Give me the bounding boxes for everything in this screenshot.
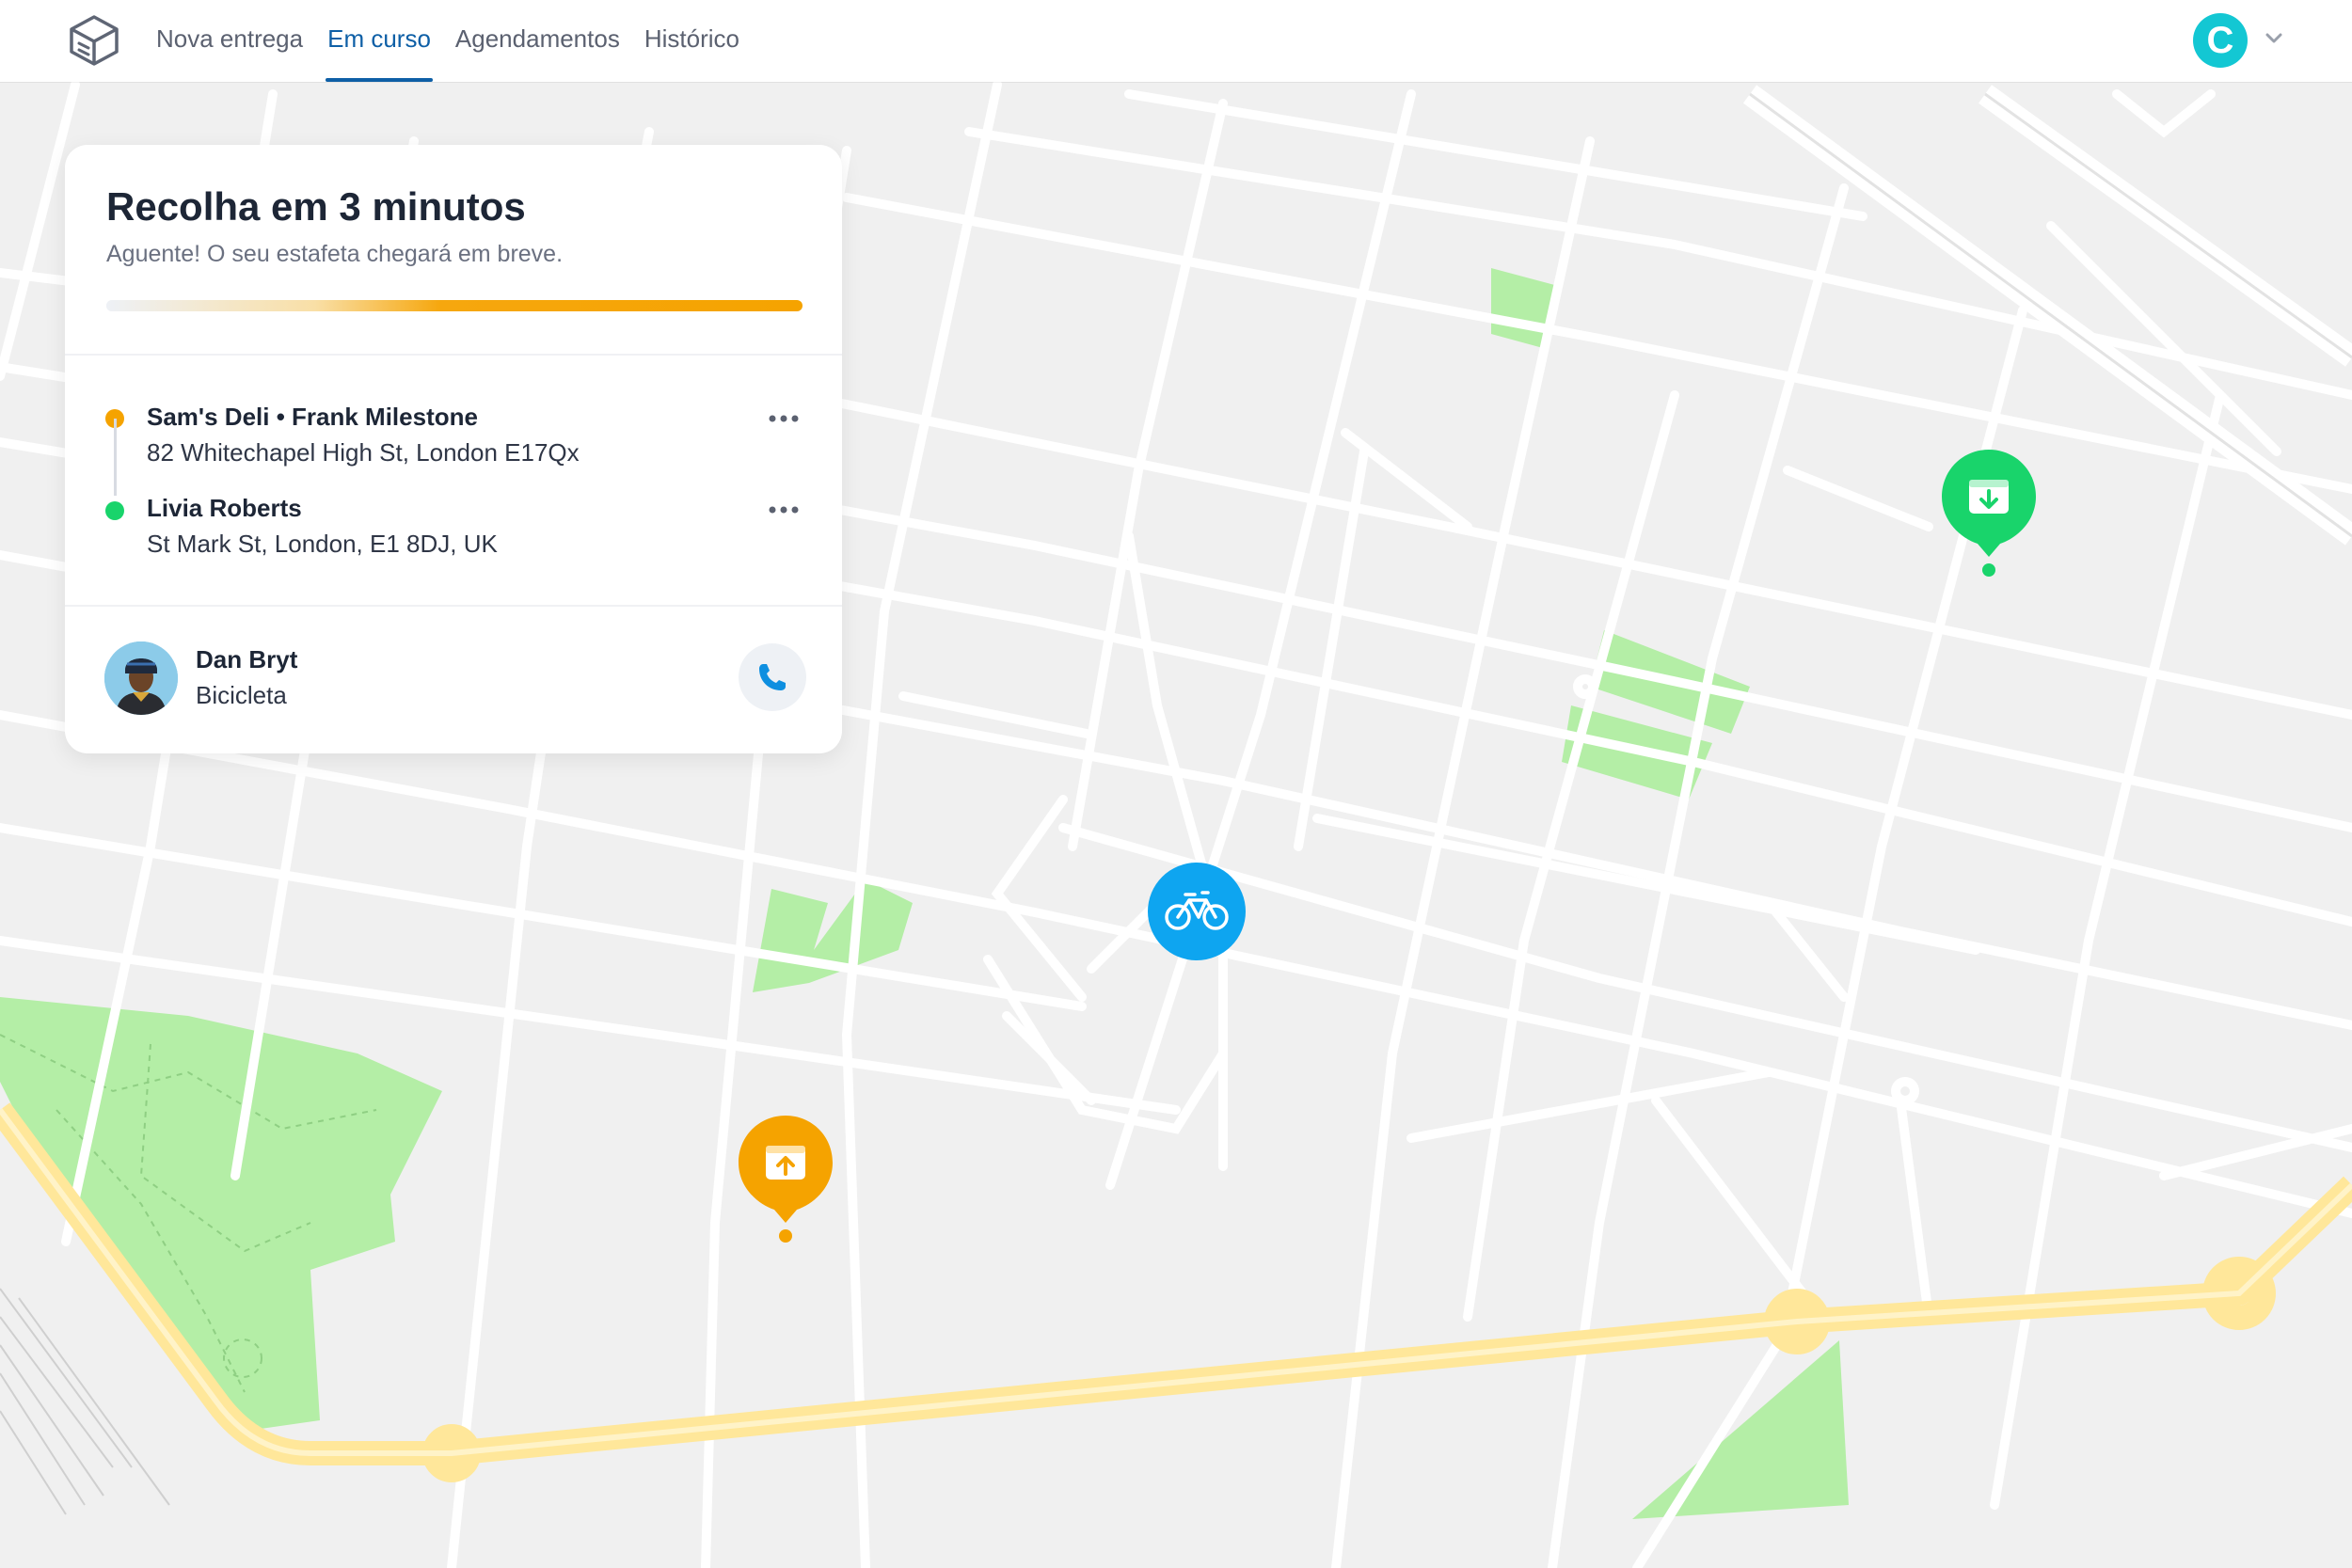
dropoff-dot bbox=[105, 501, 124, 520]
dropoff-address: St Mark St, London, E1 8DJ, UK bbox=[147, 530, 498, 558]
courier-location-marker[interactable] bbox=[1148, 863, 1246, 960]
pickup-name: Sam's Deli • Frank Milestone bbox=[147, 403, 478, 431]
tab-historico[interactable]: Histórico bbox=[644, 0, 739, 82]
tab-agendamentos[interactable]: Agendamentos bbox=[455, 0, 620, 82]
status-subtitle: Aguente! O seu estafeta chegará em breve… bbox=[106, 241, 564, 267]
box-logo-icon[interactable] bbox=[66, 13, 122, 68]
route-line bbox=[114, 419, 117, 496]
courier-avatar bbox=[104, 641, 178, 715]
dropoff-name: Livia Roberts bbox=[147, 494, 302, 522]
progress-bar bbox=[106, 300, 803, 311]
pickup-address: 82 Whitechapel High St, London E17Qx bbox=[147, 438, 580, 467]
courier-name: Dan Bryt bbox=[196, 645, 298, 673]
main-nav: Nova entrega Em curso Agendamentos Histó… bbox=[156, 0, 764, 82]
dropoff-marker[interactable] bbox=[1938, 446, 2040, 579]
call-courier-button[interactable] bbox=[739, 643, 806, 711]
divider bbox=[65, 354, 842, 356]
chevron-down-icon[interactable] bbox=[2264, 28, 2284, 49]
tab-nova-entrega[interactable]: Nova entrega bbox=[156, 0, 303, 82]
delivery-status-card: Recolha em 3 minutos Aguente! O seu esta… bbox=[65, 145, 842, 753]
phone-icon bbox=[759, 664, 786, 690]
more-dots-icon[interactable] bbox=[765, 499, 803, 521]
top-navigation-bar: Nova entrega Em curso Agendamentos Histó… bbox=[0, 0, 2352, 82]
more-dots-icon[interactable] bbox=[765, 407, 803, 430]
status-title: Recolha em 3 minutos bbox=[106, 184, 526, 229]
user-avatar[interactable]: C bbox=[2193, 13, 2248, 68]
courier-vehicle: Bicicleta bbox=[196, 681, 287, 709]
progress-fill bbox=[106, 300, 803, 311]
divider bbox=[65, 605, 842, 607]
pickup-marker[interactable] bbox=[735, 1112, 836, 1245]
tab-em-curso[interactable]: Em curso bbox=[326, 0, 433, 82]
